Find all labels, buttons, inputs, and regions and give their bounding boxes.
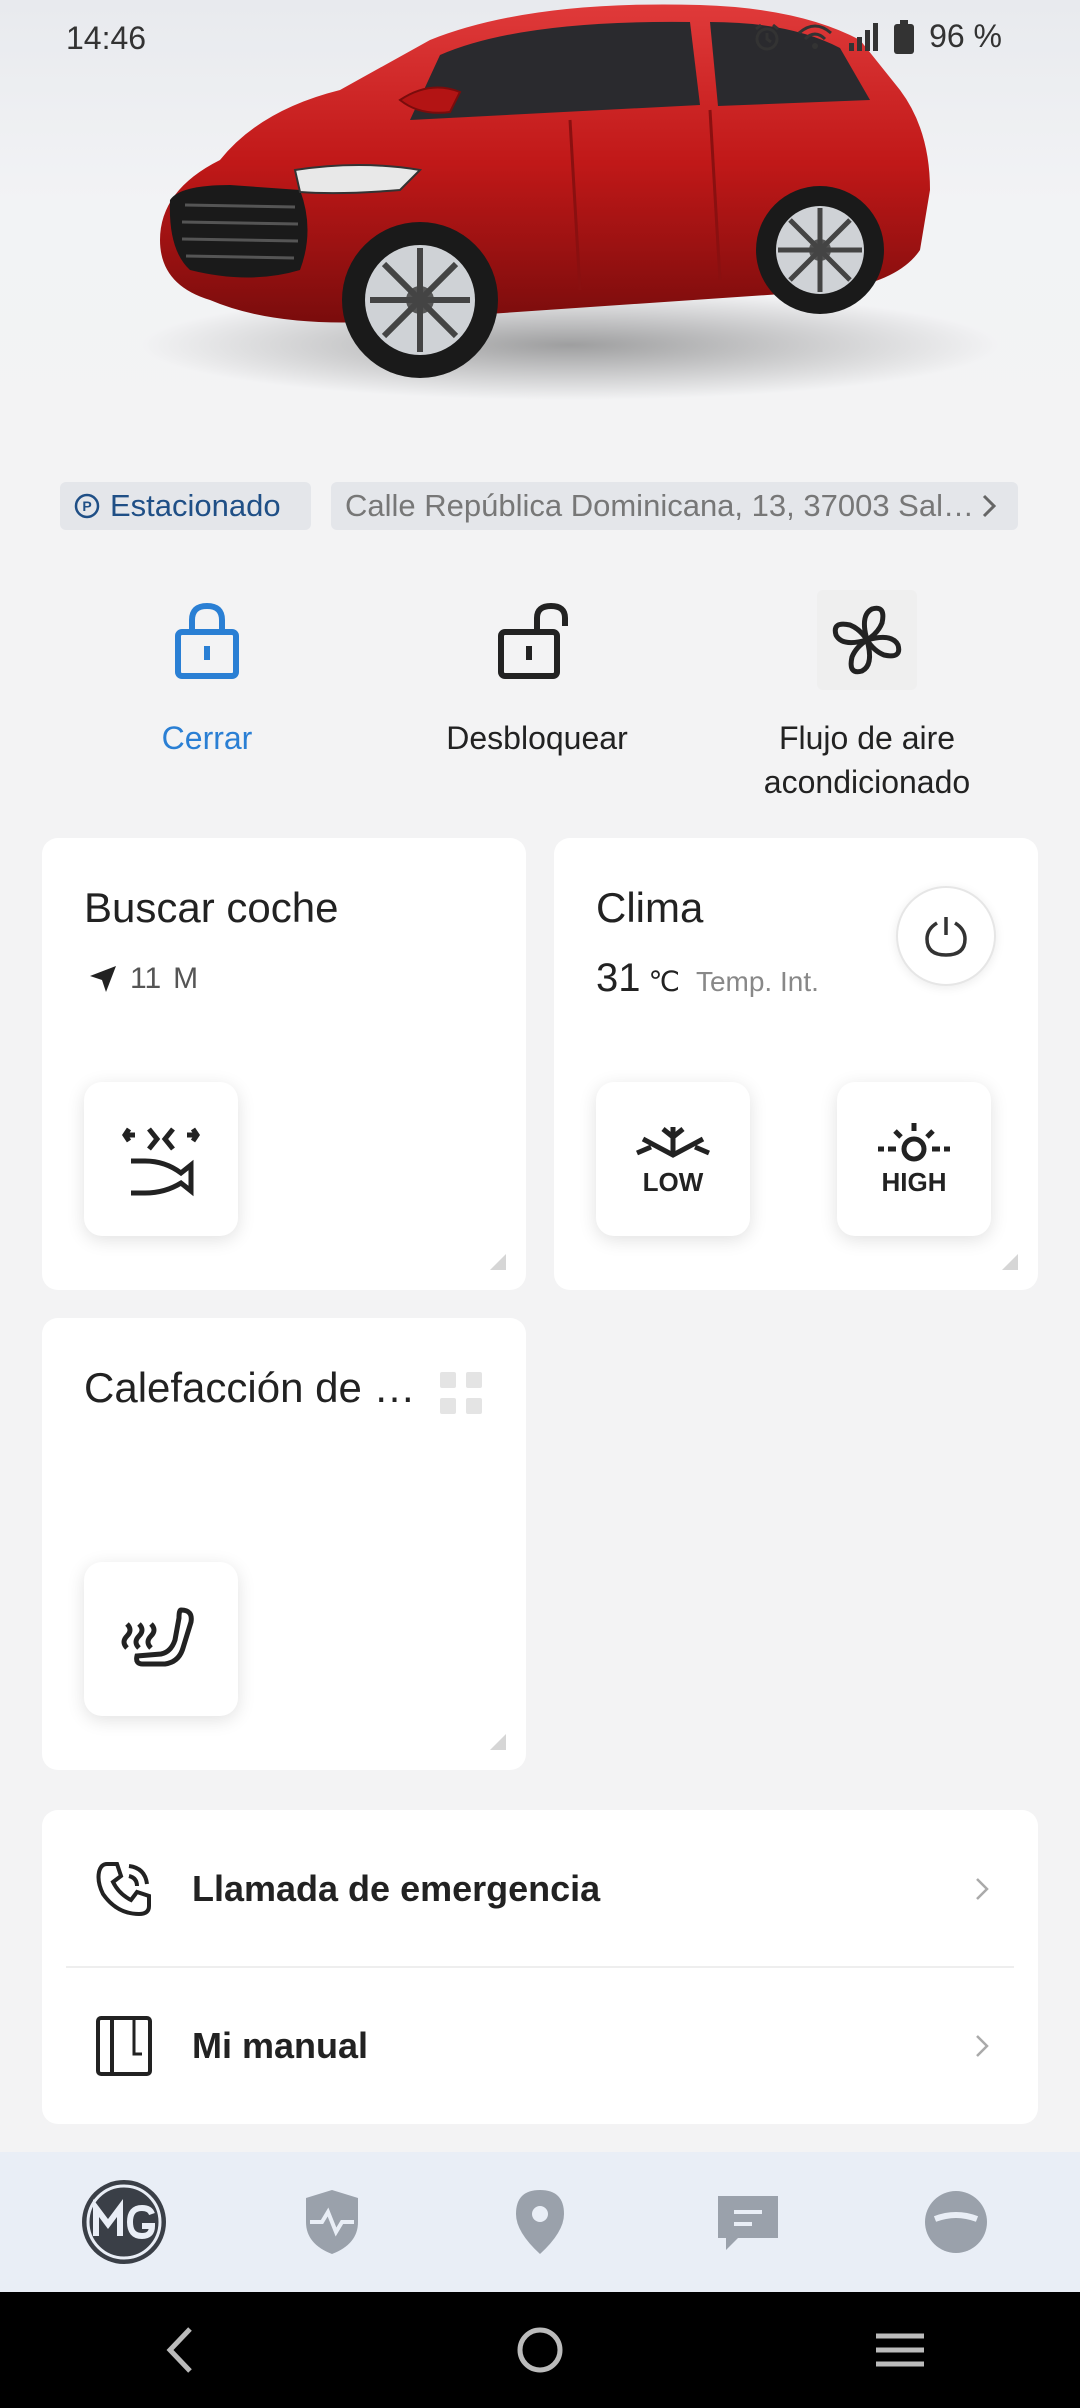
mg-logo-icon xyxy=(82,2180,166,2264)
book-icon xyxy=(84,2014,164,2078)
temp-value: 31 xyxy=(596,956,641,1000)
back-icon xyxy=(166,2327,192,2373)
system-home-button[interactable] xyxy=(480,2300,600,2400)
system-back-button[interactable] xyxy=(120,2300,240,2400)
status-time: 14:46 xyxy=(66,20,147,56)
distance-readout: 11 M xyxy=(88,962,198,996)
climate-low-button[interactable]: LOW xyxy=(596,1082,750,1236)
fan-icon xyxy=(817,590,917,690)
seat-heating-title: Calefacción de asientos xyxy=(84,1364,424,1411)
profile-icon xyxy=(925,2191,987,2253)
nav-location[interactable] xyxy=(485,2167,595,2277)
find-car-title: Buscar coche xyxy=(84,884,339,931)
card-resize-corner xyxy=(490,1734,506,1750)
wifi-icon xyxy=(798,24,833,49)
horn-flash-icon xyxy=(121,1127,201,1197)
nav-profile[interactable] xyxy=(901,2167,1011,2277)
svg-text:P: P xyxy=(82,498,91,514)
message-icon xyxy=(718,2196,778,2250)
status-bar: 14:46 96 % xyxy=(0,0,1080,80)
parking-icon: P xyxy=(74,493,100,519)
manual-row[interactable]: Mi manual xyxy=(42,1967,1038,2124)
address-text: Calle República Dominicana, 13, 37003 Sa… xyxy=(345,488,980,523)
parked-status-label: Estacionado xyxy=(110,488,281,523)
emergency-call-label: Llamada de emergencia xyxy=(192,1867,601,1909)
navigation-arrow-icon xyxy=(90,966,116,992)
system-navigation xyxy=(0,2292,1080,2408)
seat-heating-card[interactable]: Calefacción de asientos xyxy=(42,1318,526,1770)
home-circle-icon xyxy=(517,2327,563,2373)
hero-area: 14:46 96 % xyxy=(0,0,1080,450)
sun-high-icon: HIGH xyxy=(878,1123,950,1197)
alarm-icon xyxy=(755,23,779,50)
nav-home[interactable] xyxy=(69,2167,179,2277)
lock-label: Cerrar xyxy=(161,720,253,756)
nav-health[interactable] xyxy=(277,2167,387,2277)
card-resize-corner xyxy=(1002,1254,1018,1270)
bottom-navigation xyxy=(0,2152,1080,2292)
phone-call-icon xyxy=(84,1858,164,1920)
temp-unit: ℃ xyxy=(648,966,680,997)
signal-icon xyxy=(849,22,879,51)
parked-status-chip: P Estacionado xyxy=(60,482,311,530)
unlock-icon xyxy=(487,590,587,690)
interior-temperature: 31 ℃ Temp. Int. xyxy=(596,956,819,1001)
status-icons: 96 % xyxy=(751,18,1002,55)
unlock-action[interactable]: Desbloquear xyxy=(387,590,687,760)
service-list: Llamada de emergencia Mi manual xyxy=(42,1810,1038,2124)
horn-lights-button[interactable] xyxy=(84,1082,238,1236)
chevron-right-icon xyxy=(976,2034,989,2057)
heated-seat-icon xyxy=(121,1607,194,1667)
system-recents-button[interactable] xyxy=(840,2300,960,2400)
lock-action[interactable]: Cerrar xyxy=(57,590,357,760)
distance-value: 11 xyxy=(130,962,162,995)
power-icon xyxy=(925,917,967,957)
snowflake-low-icon: LOW xyxy=(636,1127,710,1197)
chevron-right-icon xyxy=(982,494,997,518)
seat-heating-button[interactable] xyxy=(84,1562,238,1716)
address-chip[interactable]: Calle República Dominicana, 13, 37003 Sa… xyxy=(331,482,1018,530)
temp-label: Temp. Int. xyxy=(695,966,819,997)
chevron-right-icon xyxy=(976,1877,989,1900)
lock-icon xyxy=(157,590,257,690)
airflow-action[interactable]: Flujo de aire acondicionado xyxy=(717,590,1017,804)
airflow-label: Flujo de aire acondicionado xyxy=(763,720,971,800)
unlock-label: Desbloquear xyxy=(446,720,628,756)
climate-card[interactable]: Clima 31 ℃ Temp. Int. LOW HIGH xyxy=(554,838,1038,1290)
map-pin-icon xyxy=(516,2190,564,2254)
emergency-call-row[interactable]: Llamada de emergencia xyxy=(42,1810,1038,1967)
climate-high-button[interactable]: HIGH xyxy=(837,1082,991,1236)
battery-level: 96 % xyxy=(929,18,1002,54)
low-label: LOW xyxy=(643,1167,704,1197)
battery-icon xyxy=(894,19,915,54)
card-resize-corner xyxy=(490,1254,506,1270)
climate-title: Clima xyxy=(596,884,704,931)
distance-unit: M xyxy=(173,962,199,995)
high-label: HIGH xyxy=(882,1167,947,1197)
shield-pulse-icon xyxy=(306,2190,358,2254)
find-car-card[interactable]: Buscar coche 11 M xyxy=(42,838,526,1290)
climate-power-button[interactable] xyxy=(896,886,996,986)
menu-lines-icon xyxy=(876,2333,924,2367)
grid-icon xyxy=(440,1372,482,1414)
manual-label: Mi manual xyxy=(192,2024,369,2066)
nav-messages[interactable] xyxy=(693,2167,803,2277)
